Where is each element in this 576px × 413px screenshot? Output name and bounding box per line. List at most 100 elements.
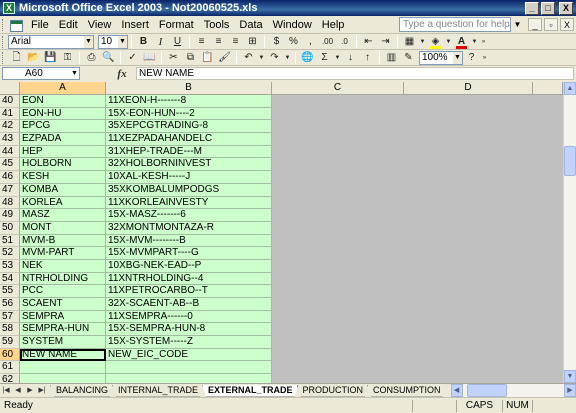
chart-wizard-icon[interactable]: ▥ [384, 51, 399, 65]
cell-unused[interactable] [272, 323, 404, 337]
row-header[interactable]: 47 [0, 183, 20, 197]
row-header[interactable]: 51 [0, 234, 20, 248]
cell-name[interactable]: MASZ [20, 209, 106, 222]
zoom-select[interactable]: 100% ▼ [419, 50, 463, 65]
formula-input[interactable]: NEW NAME [136, 67, 574, 80]
cell-unused[interactable] [272, 247, 404, 260]
cell-unused[interactable] [533, 285, 563, 298]
cell-unused[interactable] [272, 272, 404, 286]
print-icon[interactable]: ⎙ [84, 51, 99, 65]
decrease-indent-icon[interactable]: ⇤ [361, 35, 376, 49]
decrease-decimal-button[interactable]: .0 [337, 35, 352, 49]
row-header[interactable]: 62 [0, 374, 20, 383]
cell-name[interactable]: MVM-B [20, 234, 106, 248]
cell-eic-code[interactable]: 15X-MVM--------B [106, 234, 272, 248]
cell-name[interactable]: PCC [20, 285, 106, 298]
cell-unused[interactable] [404, 272, 533, 286]
minimize-button[interactable]: _ [525, 1, 539, 15]
cell-unused[interactable] [272, 361, 404, 375]
maximize-button[interactable]: □ [541, 1, 555, 15]
cell-unused[interactable] [272, 158, 404, 172]
cell-eic-code[interactable]: 32X-SCAENT-AB--B [106, 298, 272, 311]
cell-name[interactable]: MONT [20, 221, 106, 235]
cell-unused[interactable] [404, 298, 533, 311]
insert-function-button[interactable]: fx [108, 68, 136, 80]
cell-unused[interactable] [533, 221, 563, 235]
undo-icon[interactable]: ↶ [241, 51, 256, 65]
row-header[interactable]: 54 [0, 272, 20, 286]
toolbar-options-icon[interactable]: » [480, 35, 487, 49]
select-all-button[interactable] [0, 82, 20, 95]
cell-unused[interactable] [272, 234, 404, 248]
research-icon[interactable]: 📖 [142, 51, 157, 65]
cell-eic-code[interactable]: 11XEON-H-------8 [106, 95, 272, 108]
cell-unused[interactable] [404, 133, 533, 146]
cell-unused[interactable] [404, 145, 533, 159]
cell-unused[interactable] [533, 158, 563, 172]
font-select[interactable]: Arial ▼ [8, 34, 94, 49]
open-folder-icon[interactable]: 📂 [26, 51, 41, 65]
cell-unused[interactable] [404, 310, 533, 324]
cell-unused[interactable] [404, 95, 533, 108]
cell-eic-code[interactable] [106, 374, 272, 383]
cell-unused[interactable] [404, 171, 533, 184]
hyperlink-icon[interactable]: 🌐 [300, 51, 315, 65]
cell-name[interactable]: KOMBA [20, 183, 106, 197]
cell-eic-code[interactable]: 11XSEMPRA------0 [106, 310, 272, 324]
format-painter-icon[interactable]: 🖌 [217, 51, 232, 65]
workbook-minimize-button[interactable]: _ [528, 18, 542, 31]
increase-decimal-button[interactable]: .00 [320, 35, 335, 49]
toolbar-grip[interactable] [2, 51, 5, 64]
row-header[interactable]: 49 [0, 209, 20, 222]
italic-button[interactable]: I [153, 35, 168, 49]
paste-icon[interactable]: 📋 [200, 51, 215, 65]
row-header[interactable]: 50 [0, 221, 20, 235]
row-header[interactable]: 40 [0, 95, 20, 108]
bold-button[interactable]: B [136, 35, 151, 49]
cell-eic-code[interactable]: 15X-SYSTEM-----Z [106, 336, 272, 349]
row-header[interactable]: 52 [0, 247, 20, 260]
menu-insert[interactable]: Insert [116, 16, 154, 34]
cell-unused[interactable] [272, 310, 404, 324]
menu-grip[interactable] [2, 18, 5, 31]
cell-name[interactable]: NEK [20, 259, 106, 273]
row-header[interactable]: 46 [0, 171, 20, 184]
cell-eic-code[interactable]: 15X-SEMPRA-HUN-8 [106, 323, 272, 337]
cell-unused[interactable] [272, 374, 404, 383]
cell-unused[interactable] [404, 361, 533, 375]
cell-unused[interactable] [533, 120, 563, 134]
row-header[interactable]: 43 [0, 133, 20, 146]
next-sheet-icon[interactable]: ▶ [24, 385, 36, 397]
cell-unused[interactable] [272, 183, 404, 197]
tab-production[interactable]: PRODUCTION [297, 385, 370, 397]
font-color-dropdown-icon[interactable]: ▼ [471, 35, 478, 49]
copy-icon[interactable]: ⧉ [183, 51, 198, 65]
row-header[interactable]: 45 [0, 158, 20, 172]
cell-eic-code[interactable]: 15X-EON-HUN----2 [106, 107, 272, 121]
cell-unused[interactable] [272, 336, 404, 349]
cell-unused[interactable] [404, 183, 533, 197]
row-header[interactable]: 48 [0, 196, 20, 210]
column-header-b[interactable]: B [106, 82, 272, 95]
cell-eic-code[interactable]: 11XKORLEAINVESTY [106, 196, 272, 210]
row-header[interactable]: 58 [0, 323, 20, 337]
cell-unused[interactable] [533, 171, 563, 184]
cell-name[interactable]: EON-HU [20, 107, 106, 121]
cell-unused[interactable] [533, 323, 563, 337]
drawing-icon[interactable]: ✎ [401, 51, 416, 65]
cell-eic-code[interactable]: 11XEZPADAHANDELC [106, 133, 272, 146]
cell-name[interactable]: EON [20, 95, 106, 108]
cell-unused[interactable] [404, 259, 533, 273]
redo-icon[interactable]: ↷ [267, 51, 282, 65]
scroll-right-icon[interactable]: ▶ [564, 384, 576, 397]
cell-name[interactable]: SEMPRA [20, 310, 106, 324]
cell-unused[interactable] [404, 158, 533, 172]
scroll-up-icon[interactable]: ▲ [564, 82, 576, 95]
cell-unused[interactable] [533, 272, 563, 286]
tab-external-trade[interactable]: EXTERNAL_TRADE [202, 385, 299, 397]
cell-unused[interactable] [533, 145, 563, 159]
cell-name[interactable]: MVM-PART [20, 247, 106, 260]
cell-unused[interactable] [272, 285, 404, 298]
cell-name[interactable]: SCAENT [20, 298, 106, 311]
cell-eic-code[interactable]: 35XKOMBALUMPODGS [106, 183, 272, 197]
